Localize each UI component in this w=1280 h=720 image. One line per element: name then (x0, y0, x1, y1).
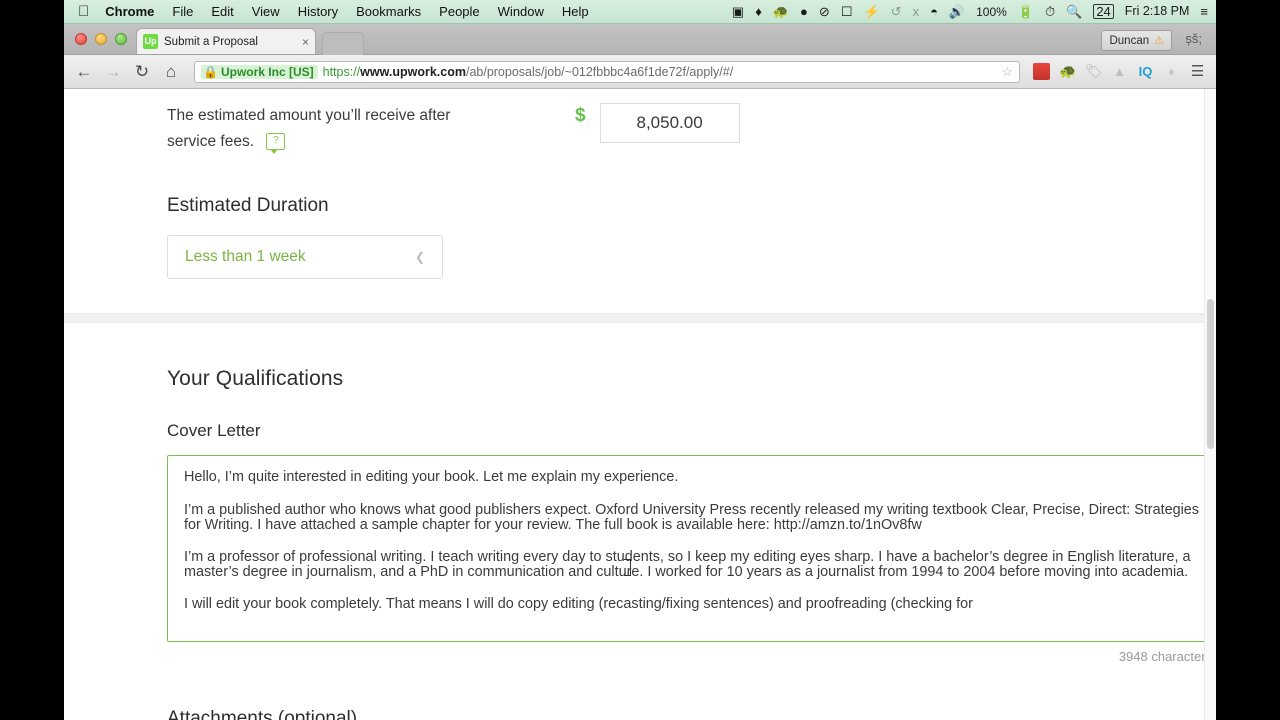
chevron-down-icon: ❮ (414, 250, 425, 264)
fullscreen-icon[interactable]: șš; (1185, 31, 1202, 46)
calendar-24-icon[interactable]: 24 (1093, 4, 1114, 19)
window-traffic-lights (75, 33, 127, 45)
zoom-window-button[interactable] (115, 33, 127, 45)
estimated-duration-heading: Estimated Duration (167, 195, 329, 216)
screen:  Chrome File Edit View History Bookmark… (0, 0, 1280, 720)
estimated-amount-label: The estimated amount you’ll receive afte… (167, 103, 567, 155)
new-tab-button[interactable] (322, 32, 364, 55)
menu-item-window[interactable]: Window (498, 4, 544, 19)
app-icon[interactable]: ● (800, 5, 808, 18)
time-machine-icon[interactable]: ↺ (891, 5, 902, 18)
evernote-clipper-icon[interactable]: 🐢 (1059, 63, 1076, 80)
scrollbar-thumb[interactable] (1207, 299, 1214, 449)
lock-icon: 🔒 (203, 64, 218, 79)
tab-submit-a-proposal[interactable]: Up Submit a Proposal × (136, 28, 316, 54)
chrome-profile-button[interactable]: Duncan ⚠ (1101, 30, 1172, 51)
dropbox-icon[interactable]: ♦ (1163, 63, 1180, 80)
star-icon[interactable]: ☆ (1001, 64, 1013, 80)
text-cursor-icon (624, 559, 631, 576)
forward-button[interactable]: → (103, 63, 123, 80)
menu-item-file[interactable]: File (172, 4, 193, 19)
menubar-status-icons: ▣ ♦ 🐢 ● ⊘ ☐ ⚡ ↺ x ◓ 🔊 100% 🔋 ⏱ 🔍 24 Fri … (732, 4, 1208, 19)
upwork-favicon-icon: Up (143, 34, 158, 49)
browser-toolbar: ← → ↻ ⌂ 🔒 Upwork Inc [US] https://www.up… (64, 55, 1216, 89)
no-entry-icon[interactable]: ⊘ (819, 5, 830, 18)
tag-icon[interactable]: 🏷 (1085, 63, 1103, 80)
menubar-clock[interactable]: Fri 2:18 PM (1125, 5, 1190, 18)
battery-icon[interactable]: 🔋 (1018, 5, 1034, 18)
cover-letter-paragraph-3: I’m a professor of professional writing.… (184, 548, 1191, 581)
terms-card: The estimated amount you’ll receive afte… (64, 89, 1216, 313)
section-divider (64, 313, 1216, 323)
grammar-icon[interactable]: ▲ (1111, 63, 1128, 80)
cover-letter-paragraph-2: I’m a published author who knows what go… (184, 501, 1199, 534)
notification-center-icon[interactable]: ≡ (1200, 5, 1208, 18)
profile-name-label: Duncan (1109, 34, 1150, 47)
estimated-duration-select[interactable]: Less than 1 week ❮ (167, 235, 443, 279)
menu-item-edit[interactable]: Edit (211, 4, 233, 19)
cover-letter-textarea[interactable]: Hello, I’m quite interested in editing y… (167, 455, 1216, 642)
url-path: /ab/proposals/job/~012fbbbc4a6f1de72f/ap… (465, 64, 734, 79)
estimated-amount-row: The estimated amount you’ll receive afte… (64, 89, 1216, 155)
estimated-duration-selected-value: Less than 1 week (185, 248, 306, 265)
attachments-heading: Attachments (optional) (167, 708, 358, 720)
airplay-icon[interactable]: ☐ (841, 5, 853, 18)
estimated-amount-label-line1: The estimated amount you’ll receive afte… (167, 107, 451, 124)
hamburger-menu-icon[interactable]: ☰ (1189, 63, 1206, 80)
chrome-window: Up Submit a Proposal × Duncan ⚠ șš; ← → … (64, 24, 1216, 720)
reload-button[interactable]: ↻ (132, 63, 152, 80)
volume-icon[interactable]: 🔊 (949, 5, 965, 18)
clock-widget-icon[interactable]: ⏱ (1045, 5, 1055, 18)
menu-item-chrome[interactable]: Chrome (105, 4, 154, 19)
address-bar[interactable]: 🔒 Upwork Inc [US] https://www.upwork.com… (194, 60, 1020, 83)
macos-menu-bar:  Chrome File Edit View History Bookmark… (64, 0, 1216, 24)
back-button[interactable]: ← (74, 63, 94, 80)
close-icon[interactable]: × (302, 35, 309, 49)
cover-letter-paragraph-1: Hello, I’m quite interested in editing y… (184, 469, 679, 485)
menu-item-history[interactable]: History (298, 4, 338, 19)
evernote-icon[interactable]: 🐢 (773, 5, 789, 18)
url-host: www.upwork.com (360, 64, 466, 79)
estimated-amount-value: 8,050.00 (599, 103, 740, 143)
page-title: Your Qualifications (167, 367, 344, 390)
help-tooltip-icon[interactable]: ? (266, 133, 286, 155)
home-button[interactable]: ⌂ (161, 63, 181, 80)
menu-item-bookmarks[interactable]: Bookmarks (356, 4, 421, 19)
site-identity-badge[interactable]: 🔒 Upwork Inc [US] (201, 64, 318, 79)
cover-letter-paragraph-4: I will edit your book completely. That m… (184, 595, 973, 612)
minimize-window-button[interactable] (95, 33, 107, 45)
tab-strip: Up Submit a Proposal × Duncan ⚠ șš; (64, 24, 1216, 55)
menu-item-view[interactable]: View (252, 4, 280, 19)
search-icon[interactable]: 🔍 (1066, 5, 1082, 18)
page-content: The estimated amount you’ll receive afte… (64, 89, 1216, 720)
screen-recorder-icon[interactable]: ▣ (732, 5, 744, 18)
battery-percent-label: 100% (976, 4, 1007, 19)
ev-certificate-label: Upwork Inc [US] (220, 64, 314, 79)
page-viewport: The estimated amount you’ll receive afte… (64, 89, 1216, 720)
characters-left-counter: 3948 characters left (1118, 649, 1216, 664)
estimated-amount-label-line2: service fees. (167, 133, 255, 150)
warning-triangle-icon: ⚠ (1154, 35, 1164, 47)
apple-logo-icon[interactable]:  (78, 4, 89, 19)
close-window-button[interactable] (75, 33, 87, 45)
flash-icon[interactable]: ⚡ (863, 5, 879, 18)
currency-symbol: $ (575, 105, 586, 126)
dropbox-icon[interactable]: ♦ (755, 5, 762, 18)
qualifications-card: Your Qualifications Cover Letter Hello, … (64, 323, 1216, 720)
cover-letter-label: Cover Letter (167, 421, 261, 440)
bluetooth-icon[interactable]: x (913, 5, 920, 18)
page-scrollbar[interactable] (1204, 89, 1216, 720)
url-scheme: https:// (322, 64, 361, 79)
tab-title: Submit a Proposal (164, 35, 258, 48)
wifi-icon[interactable]: ◓ (930, 5, 938, 18)
menu-item-help[interactable]: Help (562, 4, 589, 19)
menu-item-people[interactable]: People (439, 4, 479, 19)
pocket-extension-icon[interactable] (1033, 63, 1050, 80)
iq-icon[interactable]: IQ (1137, 63, 1154, 80)
